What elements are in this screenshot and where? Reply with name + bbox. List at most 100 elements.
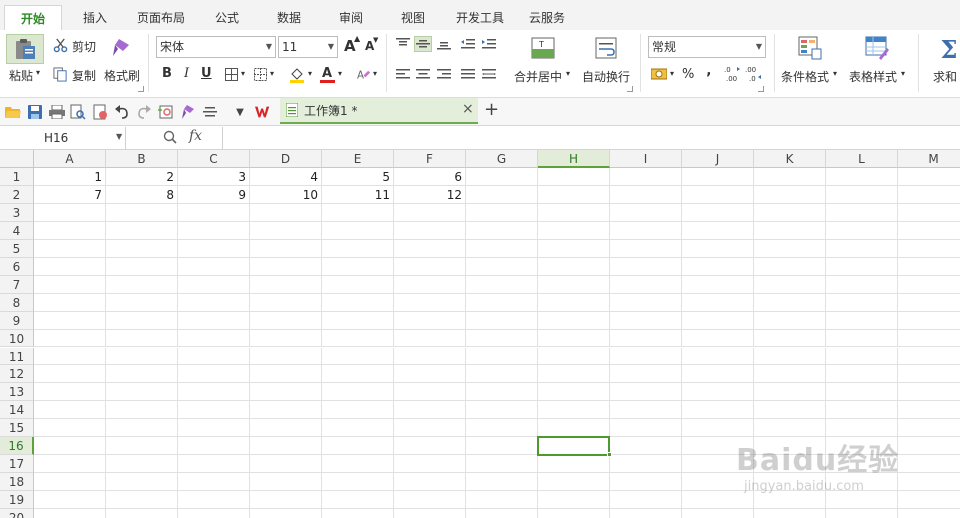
cell-g12[interactable] <box>466 365 538 384</box>
cell-i5[interactable] <box>610 239 682 258</box>
table-style-icon[interactable] <box>864 36 890 60</box>
cell-c17[interactable] <box>178 455 250 474</box>
cut-button[interactable]: 剪切 <box>72 38 96 55</box>
cell-f12[interactable] <box>394 365 466 384</box>
undo-icon[interactable] <box>114 104 130 120</box>
cell-l3[interactable] <box>826 203 898 222</box>
cell-h5[interactable] <box>538 239 610 258</box>
column-header-i[interactable]: I <box>610 150 682 168</box>
cell-a17[interactable] <box>34 455 106 474</box>
cell-g18[interactable] <box>466 473 538 492</box>
cell-d19[interactable] <box>250 491 322 510</box>
cell-g1[interactable] <box>466 168 538 186</box>
row-header-12[interactable]: 12 <box>0 365 34 384</box>
cell-i17[interactable] <box>610 455 682 474</box>
underline-button[interactable]: U <box>201 66 212 81</box>
cell-m12[interactable] <box>898 365 960 384</box>
print-icon[interactable] <box>49 104 65 120</box>
cell-j17[interactable] <box>682 455 754 474</box>
tab-view[interactable]: 视图 <box>388 5 438 30</box>
cell-j10[interactable] <box>682 329 754 348</box>
table-style-button[interactable]: 表格样式 <box>849 68 897 85</box>
export-pdf-icon[interactable] <box>92 104 108 120</box>
cell-a18[interactable] <box>34 473 106 492</box>
chevron-down-icon[interactable]: ▾ <box>670 69 674 78</box>
cell-i14[interactable] <box>610 401 682 420</box>
cell-f3[interactable] <box>394 203 466 222</box>
borders-icon[interactable] <box>224 67 238 81</box>
cell-m2[interactable] <box>898 186 960 204</box>
merge-center-icon[interactable]: T <box>530 36 556 60</box>
cell-k16[interactable] <box>754 437 826 456</box>
cell-g15[interactable] <box>466 419 538 438</box>
wrap-text-icon[interactable] <box>593 36 619 60</box>
cell-k10[interactable] <box>754 329 826 348</box>
cell-m20[interactable] <box>898 509 960 518</box>
cell-c14[interactable] <box>178 401 250 420</box>
zoom-lookup-icon[interactable] <box>163 130 177 144</box>
column-header-b[interactable]: B <box>106 150 178 168</box>
cell-c7[interactable] <box>178 275 250 294</box>
cell-b6[interactable] <box>106 257 178 276</box>
cell-c1[interactable]: 3 <box>178 168 250 186</box>
scissors-icon[interactable] <box>52 37 68 53</box>
cell-g5[interactable] <box>466 239 538 258</box>
cell-k5[interactable] <box>754 239 826 258</box>
cell-c15[interactable] <box>178 419 250 438</box>
cell-h14[interactable] <box>538 401 610 420</box>
row-header-4[interactable]: 4 <box>0 221 34 240</box>
cell-f11[interactable] <box>394 347 466 366</box>
row-header-14[interactable]: 14 <box>0 401 34 420</box>
row-header-18[interactable]: 18 <box>0 473 34 492</box>
fill-handle[interactable] <box>607 452 612 458</box>
paste-dropdown-arrow[interactable]: ▾ <box>36 68 40 77</box>
cell-f9[interactable] <box>394 311 466 330</box>
cell-j5[interactable] <box>682 239 754 258</box>
copy-button[interactable]: 复制 <box>72 67 96 84</box>
cell-c11[interactable] <box>178 347 250 366</box>
cell-f13[interactable] <box>394 383 466 402</box>
cell-f19[interactable] <box>394 491 466 510</box>
cell-d5[interactable] <box>250 239 322 258</box>
cell-b1[interactable]: 2 <box>106 168 178 186</box>
cell-f5[interactable] <box>394 239 466 258</box>
cell-g16[interactable] <box>466 437 538 456</box>
cell-b12[interactable] <box>106 365 178 384</box>
cell-d11[interactable] <box>250 347 322 366</box>
cell-i15[interactable] <box>610 419 682 438</box>
align-right-icon[interactable] <box>435 66 453 82</box>
row-header-5[interactable]: 5 <box>0 239 34 258</box>
cell-g7[interactable] <box>466 275 538 294</box>
column-header-a[interactable]: A <box>34 150 106 168</box>
fill-color-icon[interactable] <box>288 66 306 84</box>
distributed-align-icon[interactable] <box>480 66 498 82</box>
cell-f1[interactable]: 6 <box>394 168 466 186</box>
cell-e18[interactable] <box>322 473 394 492</box>
cell-m8[interactable] <box>898 294 960 312</box>
tab-review[interactable]: 审阅 <box>326 5 376 30</box>
thousands-separator-button[interactable]: ‚ <box>706 63 711 79</box>
cell-c12[interactable] <box>178 365 250 384</box>
justify-icon[interactable] <box>459 66 477 82</box>
formula-input[interactable] <box>222 127 960 149</box>
cell-i2[interactable] <box>610 185 682 204</box>
align-top-icon[interactable] <box>394 36 412 52</box>
cell-d14[interactable] <box>250 401 322 420</box>
cell-m1[interactable] <box>898 168 960 186</box>
cell-m10[interactable] <box>898 330 960 348</box>
column-header-g[interactable]: G <box>466 150 538 168</box>
cell-l17[interactable] <box>826 455 898 474</box>
cell-i9[interactable] <box>610 311 682 330</box>
cell-e14[interactable] <box>322 401 394 420</box>
cell-e20[interactable] <box>322 509 394 518</box>
cell-j8[interactable] <box>682 293 754 312</box>
cell-k14[interactable] <box>754 401 826 420</box>
row-header-1[interactable]: 1 <box>0 168 34 186</box>
cell-a7[interactable] <box>34 275 106 294</box>
merge-center-button[interactable]: 合并居中 <box>514 68 562 85</box>
cell-l9[interactable] <box>826 311 898 330</box>
cell-l7[interactable] <box>826 275 898 294</box>
cell-f2[interactable]: 12 <box>394 185 466 204</box>
column-header-e[interactable]: E <box>322 150 394 168</box>
cell-k19[interactable] <box>754 491 826 510</box>
